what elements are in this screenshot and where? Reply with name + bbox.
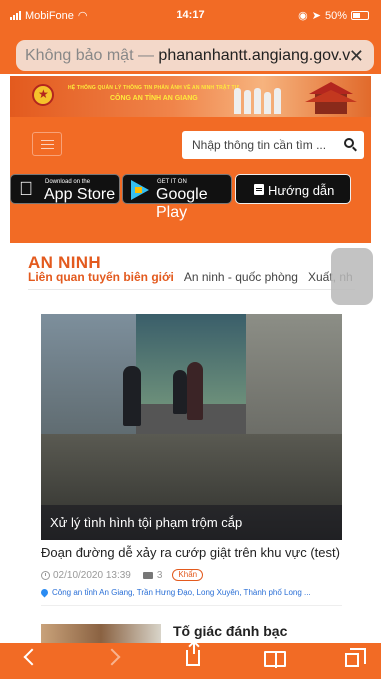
app-store-label: App Store <box>44 186 116 203</box>
google-play-small-text: GET IT ON <box>157 179 187 185</box>
app-store-button[interactable]:  Download on the App Store <box>10 174 120 204</box>
news-date: 02/10/2020 13:39 <box>53 569 131 581</box>
battery-icon <box>351 11 369 20</box>
police-emblem-icon <box>32 84 54 106</box>
category-tabs: Liên quan tuyến biên giới An ninh - quốc… <box>28 270 353 288</box>
location-pin-icon <box>39 587 50 598</box>
urgent-badge: Khẩn <box>172 569 204 581</box>
phone-screen: MobiFone ◠ 14:17 ◉ ➤ 50% Không bảo mật —… <box>0 0 381 679</box>
banner-org-name: CÔNG AN TỈNH AN GIANG <box>110 95 198 102</box>
url-host: phananhantt.angiang.gov.v <box>158 46 351 64</box>
search-icon[interactable] <box>344 138 354 148</box>
image-person <box>187 362 203 420</box>
floating-scroll-button[interactable] <box>331 248 373 305</box>
main-content: AN NINH Liên quan tuyến biên giới An nin… <box>10 243 373 643</box>
news-image[interactable]: Xử lý tình hình tội phạm trộm cắp <box>41 314 342 540</box>
browser-toolbar <box>0 642 381 679</box>
site-banner[interactable]: HỆ THỐNG QUẢN LÝ THÔNG TIN PHẢN ÁNH VỀ A… <box>10 76 371 117</box>
comment-icon <box>142 571 153 579</box>
google-play-icon <box>131 180 149 200</box>
status-right: ◉ ➤ 50% <box>298 9 369 22</box>
url-bar: Không bảo mật — phananhantt.angiang.gov.… <box>0 36 381 74</box>
image-person <box>173 370 187 414</box>
search-input[interactable]: Nhập thông tin cần tìm ... <box>182 131 364 159</box>
clock-icon <box>41 570 50 580</box>
guide-label: Hướng dẫn <box>268 183 335 198</box>
news-thumbnail[interactable] <box>41 624 161 643</box>
status-bar: MobiFone ◠ 14:17 ◉ ➤ 50% <box>0 0 381 36</box>
news-divider <box>41 605 342 606</box>
google-play-label: Google Play <box>156 186 208 221</box>
news-title-2[interactable]: Tố giác đánh bạc <box>173 623 287 639</box>
battery-percent: 50% <box>324 9 347 22</box>
apple-icon:  <box>19 180 37 200</box>
bookmarks-icon[interactable] <box>264 651 286 668</box>
lock-rotation-icon: ◉ <box>298 10 308 22</box>
comment-count: 3 <box>156 569 163 581</box>
tabs-icon[interactable] <box>345 648 366 667</box>
search-placeholder: Nhập thông tin cần tìm ... <box>192 138 327 152</box>
image-caption: Xử lý tình hình tội phạm trộm cắp <box>41 505 342 540</box>
document-icon <box>254 184 264 195</box>
site-header: Nhập thông tin cần tìm ...  Download on… <box>10 117 371 243</box>
news-title[interactable]: Đoạn đường dễ xảy ra cướp giật trên khu … <box>41 545 340 560</box>
banner-officers-image <box>230 80 290 114</box>
banner-system-name: HỆ THỐNG QUẢN LÝ THÔNG TIN PHẢN ÁNH VỀ A… <box>68 85 240 91</box>
tab-border-related[interactable]: Liên quan tuyến biên giới <box>28 270 174 288</box>
tabs-divider <box>28 289 355 290</box>
news-location[interactable]: Công an tỉnh An Giang, Trần Hưng Đạo, Lo… <box>39 587 311 598</box>
menu-button[interactable] <box>32 132 62 156</box>
app-store-small-text: Download on the <box>45 179 91 185</box>
address-field[interactable]: Không bảo mật — phananhantt.angiang.gov.… <box>16 40 374 71</box>
insecure-label: Không bảo mật — <box>25 46 154 64</box>
image-person <box>123 366 141 426</box>
google-play-button[interactable]: GET IT ON Google Play <box>122 174 232 221</box>
share-icon[interactable] <box>186 642 200 666</box>
banner-building-image <box>305 82 357 114</box>
news-meta: 02/10/2020 13:39 3 Khẩn <box>41 569 204 581</box>
tab-security-defense[interactable]: An ninh - quốc phòng <box>184 270 298 288</box>
location-text: Công an tỉnh An Giang, Trần Hưng Đạo, Lo… <box>52 588 311 597</box>
location-arrow-icon: ➤ <box>311 10 321 22</box>
forward-icon[interactable] <box>103 648 121 666</box>
close-icon[interactable]: ✕ <box>349 46 364 67</box>
guide-button[interactable]: Hướng dẫn <box>235 174 351 204</box>
back-icon[interactable] <box>23 648 41 666</box>
